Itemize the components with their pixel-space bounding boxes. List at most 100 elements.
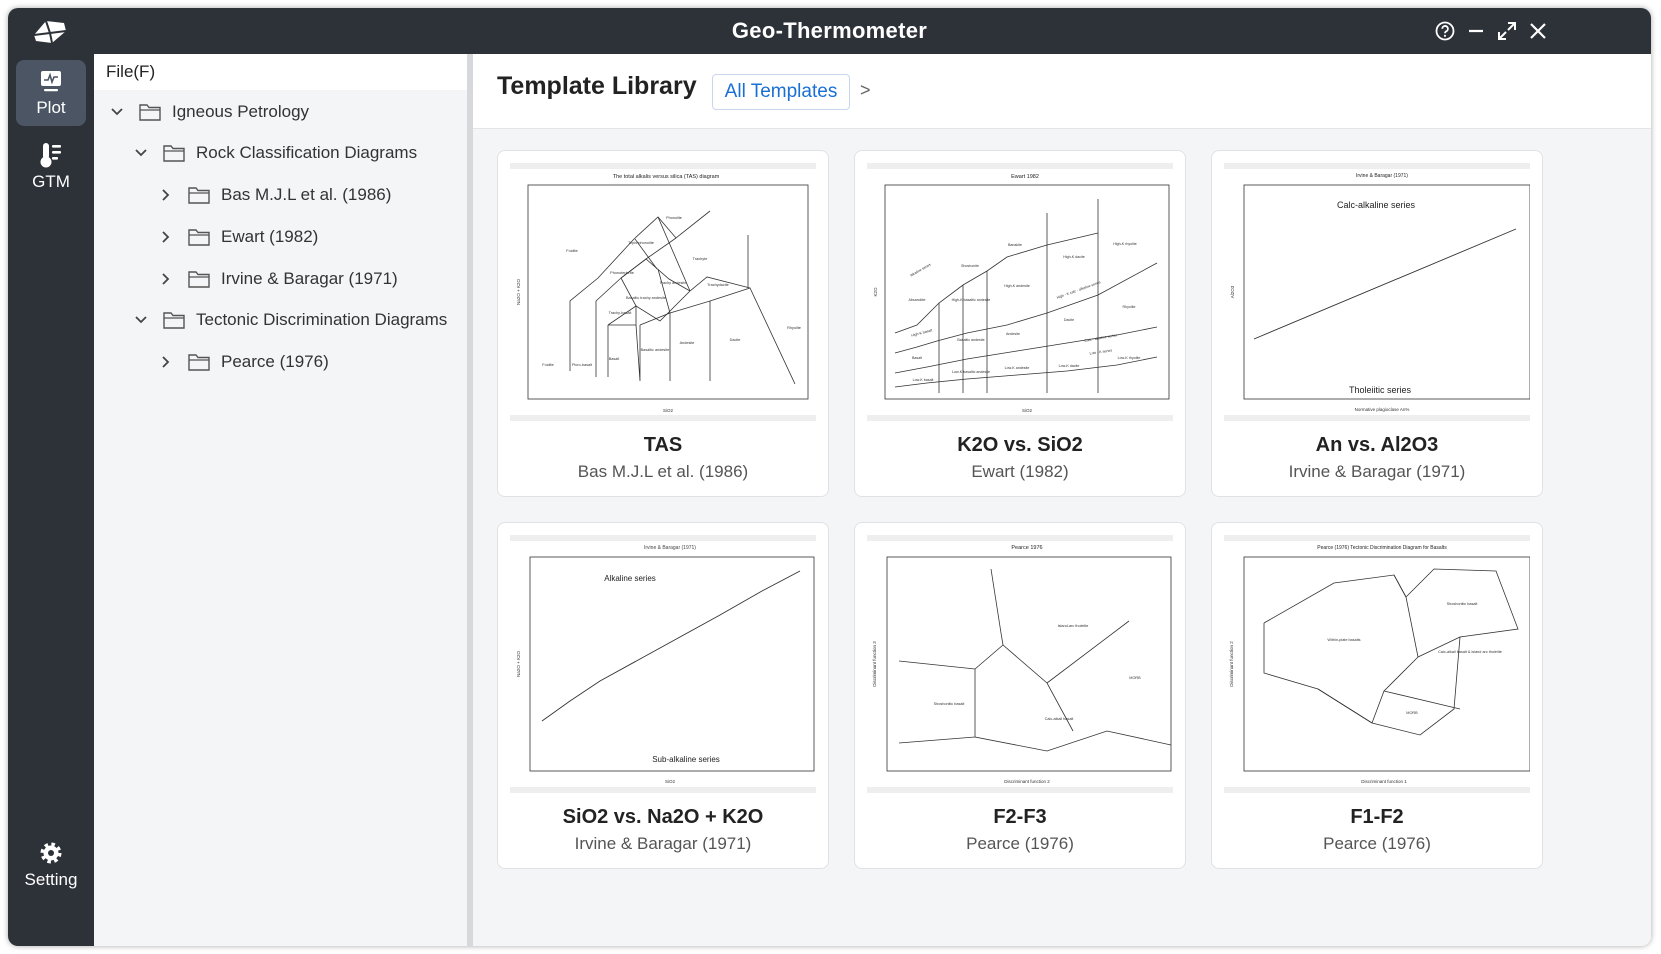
card-title: K2O vs. SiO2 [957, 434, 1083, 456]
thumbnail-title: Pearce (1976) Tectonic Discrimination Di… [1317, 545, 1447, 551]
thumbnail-label: Island-arc tholeiite [1058, 624, 1089, 628]
chevron-down-icon[interactable] [130, 309, 152, 331]
k2o-sio2-diagram-thumbnail: Ewart 1982 Alkaline series Shoshonite Ba… [867, 161, 1173, 423]
tree-node-rock-classification[interactable]: Rock Classification Diagrams [130, 138, 417, 168]
chevron-down-icon[interactable] [130, 142, 152, 164]
thumbnail-label: Calc-alkali basalt & island arc tholeiit… [1438, 650, 1502, 654]
thumbnail-label: Basalt [912, 356, 922, 360]
tree-node-bas[interactable]: Bas M.J.L et al. (1986) [155, 180, 391, 210]
thumbnail-title: Pearce 1976 [1011, 545, 1042, 551]
thermometer-icon [40, 143, 61, 168]
title-bar: Geo-Thermometer [8, 8, 1651, 54]
chevron-right-icon[interactable] [155, 268, 177, 290]
tree-node-pearce[interactable]: Pearce (1976) [155, 347, 329, 377]
close-icon[interactable] [1525, 18, 1551, 44]
thumbnail-xlabel: Discriminant function 1 [1361, 779, 1407, 784]
thumbnail-ylabel: Na2O + K2O [516, 279, 521, 305]
thumbnail-label: High-K basaltic andesite [952, 298, 991, 302]
card-title: An vs. Al2O3 [1315, 434, 1439, 456]
window-title: Geo-Thermometer [731, 18, 928, 43]
card-subtitle: Ewart (1982) [971, 462, 1069, 481]
thumbnail-label: Low-K basaltic andesite [952, 370, 990, 374]
all-templates-button[interactable]: All Templates [712, 74, 850, 110]
template-card-tas[interactable]: The total alkalis versus silica (TAS) di… [497, 150, 829, 497]
help-icon[interactable] [1432, 18, 1458, 44]
tree-node-label: Igneous Petrology [172, 102, 310, 121]
chevron-right-icon[interactable] [155, 351, 177, 373]
plot-icon [41, 71, 61, 92]
thumbnail-label: Calc-alkaline series [1337, 200, 1416, 210]
thumbnail-label: Basaltic andesite [957, 338, 984, 342]
thumbnail-label: Low-K rhyolite [1118, 356, 1141, 360]
template-card-an-al2o3[interactable]: Irvine & Baragar (1971) Calc-alkaline se… [1211, 150, 1543, 497]
folder-icon [188, 354, 210, 371]
sidebar-item-label: Plot [36, 98, 66, 117]
thumbnail-label: Alkaline series [604, 574, 656, 583]
sidebar-item-setting[interactable]: Setting [16, 832, 86, 898]
chevron-down-icon[interactable] [106, 101, 128, 123]
thumbnail-label: Dacite [1064, 318, 1074, 322]
card-subtitle: Pearce (1976) [966, 834, 1074, 853]
thumbnail-label: Tephriphonolite [628, 241, 654, 245]
maximize-icon[interactable] [1494, 18, 1520, 44]
folder-icon [188, 187, 210, 204]
thumbnail-label: Banakite [1008, 243, 1022, 247]
minimize-icon[interactable] [1463, 18, 1489, 44]
library-header: Template Library All Templates > [473, 54, 1651, 129]
thumbnail-label: Rhyolite [787, 326, 801, 330]
card-subtitle: Irvine & Baragar (1971) [1288, 462, 1466, 481]
tree-node-irvine[interactable]: Irvine & Baragar (1971) [155, 264, 398, 294]
thumbnail-label: Phonotephrite [610, 271, 634, 275]
thumbnail-label: Basaltic trachy andesite [626, 296, 666, 300]
folder-icon [188, 271, 210, 288]
thumbnail-label: Andesite [680, 341, 695, 345]
thumbnail-xlabel: SiO2 [665, 779, 676, 784]
app-window: Geo-Thermometer Plot GTM Setting File(F)… [8, 8, 1651, 946]
thumbnail-label: Trachy-basalt [609, 311, 633, 315]
thumbnail-label: Shoshonitic basalt [934, 702, 966, 706]
f2-f3-diagram-thumbnail: Pearce 1976 Island-arc tholeiite MORB Sh… [867, 533, 1173, 795]
chevron-right-icon[interactable] [155, 184, 177, 206]
thumbnail-label: Foidite [566, 249, 577, 253]
folder-icon [188, 229, 210, 246]
thumbnail-title: The total alkalis versus silica (TAS) di… [613, 174, 720, 180]
tas-diagram-thumbnail: The total alkalis versus silica (TAS) di… [510, 161, 816, 423]
tree-node-ewart[interactable]: Ewart (1982) [155, 222, 318, 252]
thumbnail-label: Phonolite [666, 216, 682, 220]
breadcrumb-chevron[interactable]: > [860, 80, 871, 101]
template-card-sio2-alkali[interactable]: Irvine & Baragar (1971) Alkaline series … [497, 522, 829, 869]
thumbnail-label: Low-K basalt [913, 378, 934, 382]
thumbnail-label: Sub-alkaline series [652, 755, 720, 764]
thumbnail-label: MORB [1129, 676, 1141, 680]
sidebar: Plot GTM Setting [8, 54, 94, 946]
menu-file[interactable]: File(F) [106, 62, 155, 82]
sidebar-item-label: Setting [24, 870, 78, 889]
thumbnail-ylabel: Na2O + K2O [516, 651, 521, 677]
template-card-f2-f3[interactable]: Pearce 1976 Island-arc tholeiite MORB Sh… [854, 522, 1186, 869]
tree-node-label: Ewart (1982) [221, 227, 319, 246]
template-card-k2o-sio2[interactable]: Ewart 1982 Alkaline series Shoshonite Ba… [854, 150, 1186, 497]
thumbnail-label: Trachyte [693, 257, 708, 261]
thumbnail-title: Irvine & Baragar (1971) [644, 545, 696, 551]
thumbnail-label: Tholeiitic series [1349, 385, 1412, 395]
thumbnail-title: Irvine & Baragar (1971) [1356, 173, 1408, 179]
tree-node-label: Bas M.J.L et al. (1986) [221, 185, 392, 204]
thumbnail-label: High-K andesite [1004, 284, 1030, 288]
tree-node-label: Irvine & Baragar (1971) [221, 269, 398, 288]
tree-node-igneous-petrology[interactable]: Igneous Petrology [106, 97, 309, 127]
thumbnail-label: High-K dacite [1063, 255, 1085, 259]
thumbnail-label: Shoshonitic basalt [1447, 602, 1479, 606]
thumbnail-label: Trachydacite [707, 283, 729, 287]
an-al2o3-diagram-thumbnail: Irvine & Baragar (1971) Calc-alkaline se… [1224, 161, 1530, 423]
tree-node-tectonic-discrimination[interactable]: Tectonic Discrimination Diagrams [130, 305, 447, 335]
thumbnail-ylabel: Discriminant function 2 [1229, 641, 1234, 687]
sidebar-item-plot[interactable]: Plot [16, 60, 86, 126]
sidebar-item-gtm[interactable]: GTM [16, 134, 86, 200]
card-subtitle: Irvine & Baragar (1971) [574, 834, 752, 853]
card-title: F1-F2 [1350, 806, 1404, 828]
thumbnail-label: Shoshonite [961, 264, 979, 268]
sio2-alkali-diagram-thumbnail: Irvine & Baragar (1971) Alkaline series … [510, 533, 816, 795]
template-card-f1-f2[interactable]: Pearce (1976) Tectonic Discrimination Di… [1211, 522, 1543, 869]
thumbnail-title: Ewart 1982 [1011, 174, 1039, 180]
chevron-right-icon[interactable] [155, 226, 177, 248]
